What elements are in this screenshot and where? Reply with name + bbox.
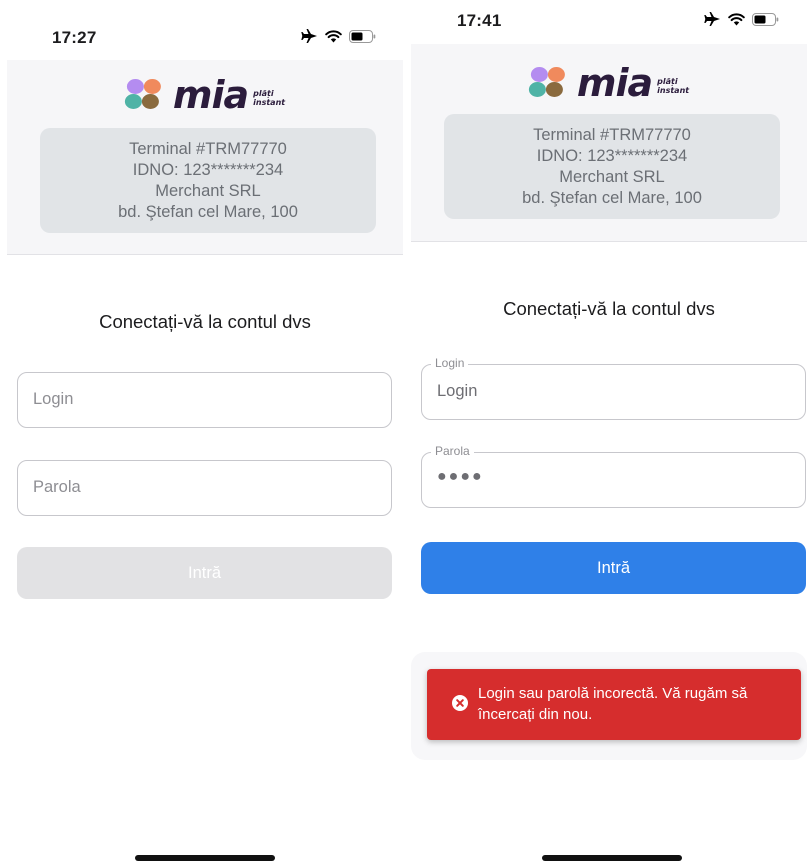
login-screen-initial: 17:27 mia plăți instant Terminal #TRM777… xyxy=(7,0,403,861)
merchant-idno: IDNO: 123*******234 xyxy=(536,147,688,165)
mia-logo: mia plăți instant xyxy=(124,73,286,117)
status-bar: 17:41 xyxy=(411,5,807,45)
toast-container: Login sau parolă incorectă. Vă rugăm să … xyxy=(411,652,807,760)
login-input[interactable]: Login xyxy=(17,372,392,428)
password-value: ●●●● xyxy=(437,468,484,485)
merchant-info-card: Terminal #TRM77770 IDNO: 123*******234 M… xyxy=(444,114,780,219)
merchant-header: mia plăți instant Terminal #TRM77770 IDN… xyxy=(7,60,403,255)
error-toast-message: Login sau parolă incorectă. Vă rugăm să … xyxy=(478,685,748,723)
password-input[interactable]: Parola ●●●● xyxy=(421,444,806,508)
login-input[interactable]: Login Login xyxy=(421,356,806,420)
terminal-id: Terminal #TRM77770 xyxy=(129,140,287,158)
merchant-address: bd. Ştefan cel Mare, 100 xyxy=(522,189,702,207)
login-placeholder: Login xyxy=(33,390,74,408)
merchant-name: Merchant SRL xyxy=(155,182,261,200)
login-value: Login xyxy=(437,382,478,400)
mia-logo-mark xyxy=(528,67,573,99)
merchant-info-card: Terminal #TRM77770 IDNO: 123*******234 M… xyxy=(40,128,376,233)
merchant-idno: IDNO: 123*******234 xyxy=(132,161,284,179)
home-indicator xyxy=(542,855,682,861)
home-indicator xyxy=(135,855,275,861)
form-title: Conectați-vă la contul dvs xyxy=(99,311,311,332)
status-icons xyxy=(703,11,779,27)
mia-logo-tagline: plăți instant xyxy=(657,77,690,95)
airplane-icon xyxy=(703,11,721,27)
password-field-label: Parola xyxy=(431,444,474,458)
mia-logo-word: mia xyxy=(172,73,249,117)
password-input[interactable]: Parola xyxy=(17,460,392,516)
login-button[interactable]: Intră xyxy=(421,542,806,594)
login-button-disabled[interactable]: Intră xyxy=(17,547,392,599)
login-field-label: Login xyxy=(431,356,469,370)
form-title: Conectați-vă la contul dvs xyxy=(503,298,715,319)
status-icons xyxy=(300,28,376,44)
status-time: 17:27 xyxy=(52,28,97,47)
mia-logo-mark xyxy=(124,79,169,111)
terminal-id: Terminal #TRM77770 xyxy=(533,126,691,144)
wifi-icon xyxy=(728,12,745,26)
login-screen-error: 17:41 mia plăți instant Terminal #TRM777… xyxy=(411,0,807,861)
airplane-icon xyxy=(300,28,318,44)
error-circle-icon xyxy=(452,695,468,711)
battery-icon xyxy=(349,29,376,43)
password-placeholder: Parola xyxy=(33,478,81,496)
battery-icon xyxy=(752,12,779,26)
status-time: 17:41 xyxy=(457,11,502,30)
mia-logo-word: mia xyxy=(576,61,653,105)
error-toast[interactable]: Login sau parolă incorectă. Vă rugăm să … xyxy=(427,669,801,740)
mia-logo: mia plăți instant xyxy=(528,61,690,105)
merchant-header: mia plăți instant Terminal #TRM77770 IDN… xyxy=(411,44,807,242)
mia-logo-tagline: plăți instant xyxy=(253,89,286,107)
merchant-address: bd. Ştefan cel Mare, 100 xyxy=(118,203,298,221)
wifi-icon xyxy=(325,29,342,43)
merchant-name: Merchant SRL xyxy=(559,168,665,186)
status-bar: 17:27 xyxy=(7,18,403,58)
